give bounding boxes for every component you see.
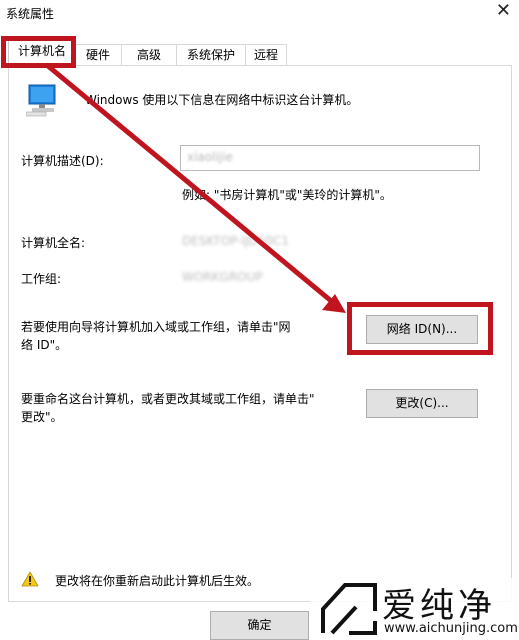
logo-mark-icon xyxy=(321,583,377,635)
watermark-logo: 爱纯净 www.aichunjing.com xyxy=(310,578,519,639)
watermark-brand: 爱纯净 xyxy=(382,586,496,626)
watermark-url: www.aichunjing.com xyxy=(384,621,518,636)
highlight-arrow xyxy=(46,64,346,313)
